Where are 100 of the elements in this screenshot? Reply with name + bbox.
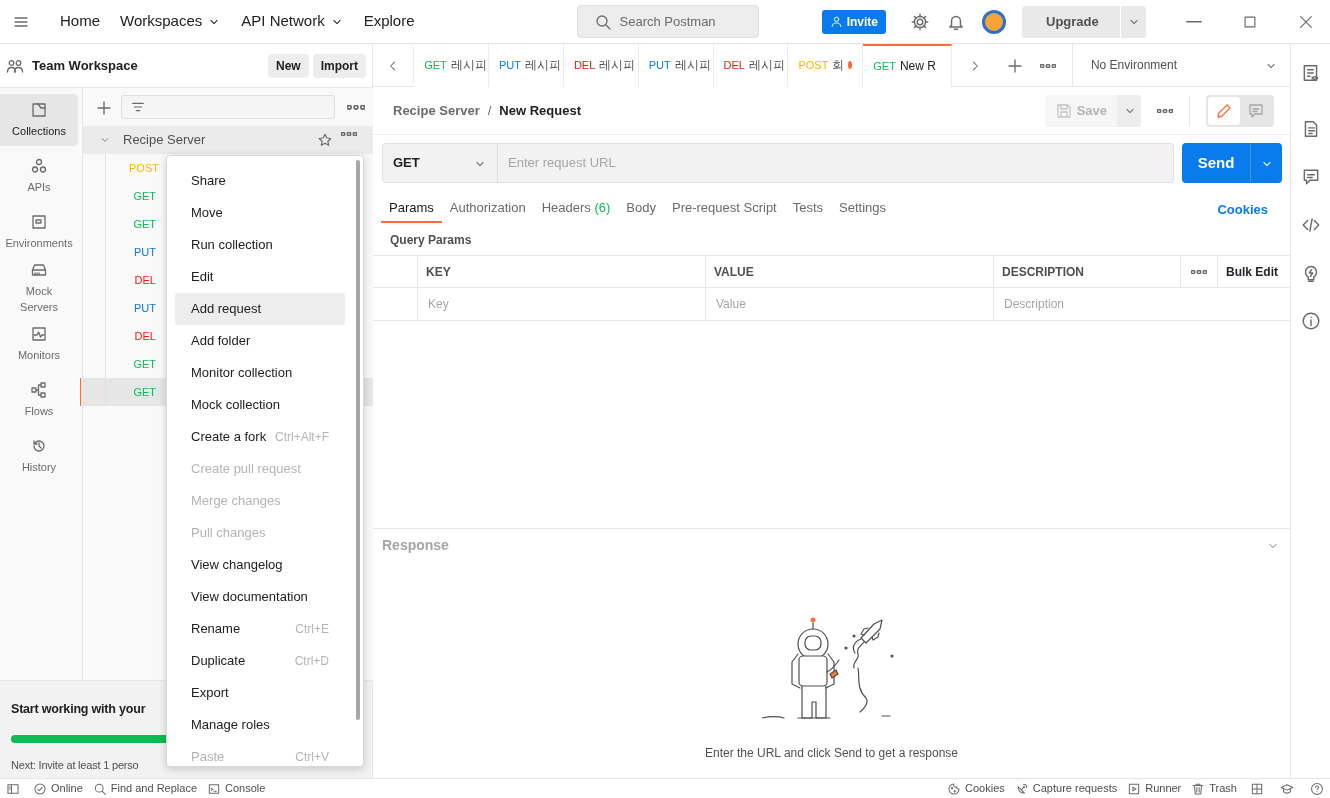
status-bar-item[interactable]: Trash [1186, 780, 1242, 797]
sidebar-tab[interactable]: Mock Servers [0, 262, 78, 314]
play-icon [1127, 781, 1142, 796]
request-tab[interactable]: GET 레시피 [414, 43, 489, 87]
menu-item[interactable]: Export [175, 677, 345, 709]
menu-item[interactable]: Share [175, 165, 345, 197]
request-option-tab[interactable]: Pre-request Script [663, 191, 785, 223]
request-tab[interactable]: DEL 레시피 [713, 43, 789, 87]
breadcrumb-separator: / [487, 101, 492, 120]
edit-mode-button[interactable] [1208, 96, 1240, 125]
circles-icon [30, 156, 48, 175]
request-tab[interactable]: PUT 레시피 [489, 43, 564, 87]
menu-item[interactable]: Move [175, 197, 345, 229]
nav-link[interactable]: Explore [353, 10, 425, 33]
menu-item[interactable]: Mock collection [175, 389, 345, 421]
request-tab[interactable]: DEL 레시피 [563, 43, 639, 87]
flow-icon [30, 380, 48, 399]
bulk-edit-button[interactable]: Bulk Edit [1226, 262, 1278, 281]
more-icon [1039, 63, 1056, 68]
menu-item[interactable]: Edit [175, 261, 345, 293]
status-bar-item[interactable]: Online [28, 780, 88, 797]
column-header: VALUE [714, 263, 754, 281]
maximize-icon [1242, 14, 1258, 31]
request-tab[interactable]: PUT 레시피 [638, 43, 714, 87]
scrollbar[interactable] [356, 160, 360, 720]
menu-item[interactable]: Add request [175, 293, 345, 325]
close-icon [1298, 14, 1314, 31]
status-bar-item[interactable]: Cookies [942, 780, 1010, 797]
sidebar-tab[interactable]: Collections [0, 94, 78, 146]
satellite-icon [1014, 781, 1029, 796]
request-option-tab[interactable]: Params [381, 191, 442, 223]
onboarding-title: Start working with your [11, 701, 146, 718]
grid-icon [1250, 782, 1264, 797]
avatar[interactable] [982, 9, 1006, 34]
menu-item[interactable]: View documentation [175, 581, 345, 613]
nav-link[interactable]: API Network [231, 10, 354, 33]
request-option-tab[interactable]: Body [618, 191, 664, 223]
sidebar-tab[interactable]: Flows [0, 374, 78, 426]
sidebar-button[interactable]: Import [312, 53, 366, 78]
param-field[interactable]: Description [1002, 294, 1282, 314]
menu-item[interactable]: Manage roles [175, 709, 345, 741]
request-option-tab[interactable]: Headers (6) [533, 191, 619, 223]
search-field[interactable]: Search Postman [576, 5, 759, 38]
star-icon [317, 132, 333, 148]
sidebar-button[interactable]: New [267, 53, 309, 78]
pencil-icon [1215, 102, 1233, 121]
status-bar-item[interactable]: Console [202, 780, 271, 797]
menu-item[interactable]: Duplicate Ctrl+D [175, 645, 345, 677]
minimize-icon [1186, 21, 1202, 24]
more-icon [1157, 109, 1173, 114]
monitor-icon [30, 324, 48, 343]
collection-row[interactable]: Recipe Server [83, 126, 373, 154]
sidebar-tab[interactable]: Monitors [0, 318, 78, 370]
method-select[interactable]: GET [382, 143, 498, 183]
environment-icon [30, 212, 48, 231]
search-icon [593, 12, 612, 31]
invite-button[interactable]: Invite [821, 9, 886, 34]
more-icon [341, 132, 357, 137]
request-tab[interactable]: POST 회 [788, 43, 864, 87]
status-bar-item[interactable]: Capture requests [1009, 780, 1123, 797]
column-header: KEY [426, 263, 451, 281]
request-option-tab[interactable]: Tests [784, 191, 832, 223]
param-field[interactable]: Key [426, 294, 697, 314]
nav-link[interactable]: Home [50, 10, 110, 33]
sidebar-tab[interactable]: History [0, 430, 78, 482]
url-field[interactable]: Enter request URL [498, 143, 1174, 183]
help-icon [1310, 782, 1324, 797]
sidebar-tab[interactable]: APIs [0, 150, 78, 202]
nav-link[interactable]: Workspaces [110, 10, 232, 33]
status-bar-item[interactable]: Find and Replace [87, 780, 203, 797]
cookies-link[interactable]: Cookies [1211, 198, 1274, 223]
environment-select[interactable]: No Environment [1071, 43, 1290, 87]
send-button[interactable]: Send [1182, 143, 1250, 183]
console-icon [207, 781, 222, 796]
menu-item[interactable]: Add folder [175, 325, 345, 357]
breadcrumb-current: New Request [499, 101, 581, 120]
filter-field[interactable] [121, 95, 335, 119]
menu-item[interactable]: Monitor collection [175, 357, 345, 389]
request-tab[interactable]: GET New R [863, 43, 952, 87]
check-circle-icon [33, 781, 47, 796]
menu-item[interactable]: View changelog [175, 549, 345, 581]
sidebar-tab[interactable]: Environments [0, 206, 78, 258]
trash-icon [1191, 781, 1206, 796]
request-option-tab[interactable]: Settings [831, 191, 895, 223]
status-bar-item[interactable]: Runner [1122, 780, 1187, 797]
upgrade-button[interactable]: Upgrade [1022, 5, 1120, 38]
person-icon [829, 15, 843, 28]
column-header: DESCRIPTION [1002, 263, 1084, 281]
param-field[interactable]: Value [714, 294, 985, 314]
cookie-icon [947, 781, 962, 796]
menu-item[interactable]: Rename Ctrl+E [175, 613, 345, 645]
menu-item[interactable]: Run collection [175, 229, 345, 261]
save-icon [1054, 101, 1073, 120]
onboarding-next-step: Next: Invite at least 1 perso [11, 756, 139, 774]
breadcrumb-parent[interactable]: Recipe Server [393, 100, 480, 121]
more-icon [347, 105, 365, 111]
search-icon [92, 781, 107, 796]
request-option-tab[interactable]: Authorization [441, 191, 534, 223]
sidebar-icon [6, 782, 20, 797]
menu-item[interactable]: Create a fork Ctrl+Alt+F [175, 421, 345, 453]
